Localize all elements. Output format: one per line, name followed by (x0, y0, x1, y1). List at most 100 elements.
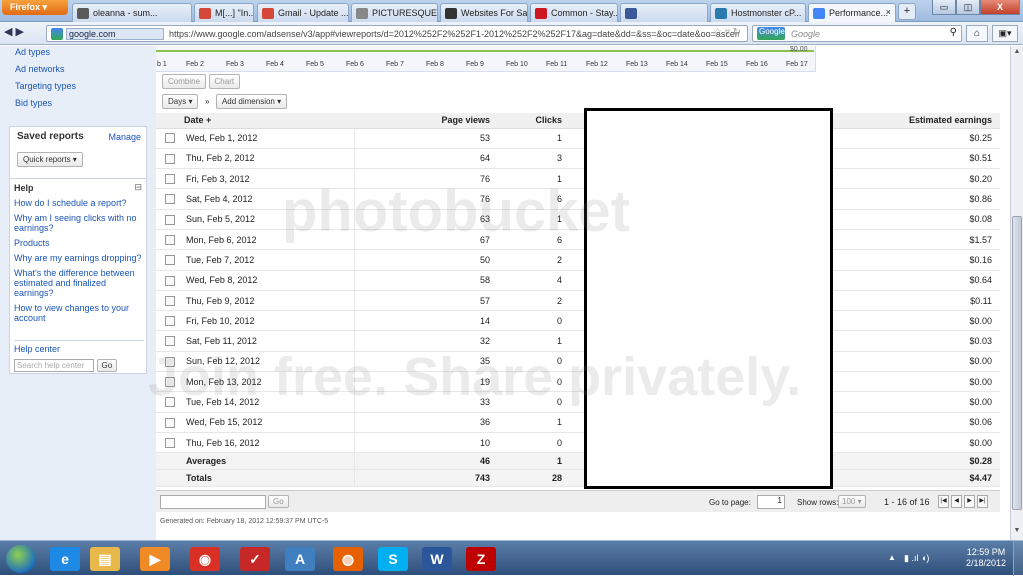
manage-link[interactable]: Manage (108, 132, 141, 142)
app-icon[interactable]: ✓ (240, 547, 270, 571)
firefox-icon[interactable]: ◍ (333, 547, 363, 571)
search-input[interactable]: Google (791, 29, 820, 39)
firefox-menu-button[interactable]: Firefox ▾ (2, 0, 68, 15)
row-checkbox[interactable] (165, 275, 175, 286)
clock[interactable]: 12:59 PM 2/18/2012 (966, 547, 1006, 569)
row-checkbox[interactable] (165, 214, 175, 225)
new-tab-button[interactable]: + (898, 3, 916, 20)
previous-page-icon[interactable]: ◀ (951, 495, 962, 508)
browser-tab[interactable]: Common - Stay... (530, 3, 618, 22)
row-checkbox[interactable] (165, 153, 175, 164)
help-link[interactable]: What's the difference between estimated … (14, 268, 142, 298)
row-checkbox[interactable] (165, 295, 175, 306)
search-icon[interactable]: ⚲ (950, 27, 957, 38)
site-identity-domain[interactable]: google.com (66, 28, 164, 40)
help-link[interactable]: How to view changes to your account (14, 303, 142, 323)
browser-tab[interactable] (620, 3, 708, 22)
sidebar-link-ad-types[interactable]: Ad types (15, 48, 76, 65)
scroll-up-arrow-icon[interactable]: ▲ (1012, 48, 1022, 59)
minimize-button[interactable]: ▭ (932, 0, 956, 15)
redaction-box (584, 108, 833, 489)
next-page-icon[interactable]: ▶ (964, 495, 975, 508)
combine-button[interactable]: Combine (162, 74, 207, 89)
search-engine-icon[interactable]: Google (757, 27, 785, 40)
help-link[interactable]: Why am I seeing clicks with no earnings? (14, 213, 142, 233)
word-icon[interactable]: W (422, 547, 452, 571)
row-checkbox[interactable] (165, 336, 175, 347)
browser-tab[interactable]: oleanna - sum... (72, 3, 192, 22)
close-tab-icon[interactable]: × (886, 7, 891, 17)
chart-button[interactable]: Chart (208, 74, 241, 89)
go-to-page-input[interactable]: 1 (757, 495, 785, 509)
browser-tab[interactable]: Websites For Sal... (440, 3, 528, 22)
chrome-icon[interactable]: ◉ (190, 547, 220, 571)
bookmark-star-icon[interactable]: ☆ ▿ ↻ (713, 27, 741, 38)
help-link[interactable]: Products (14, 238, 142, 248)
scroll-down-arrow-icon[interactable]: ▼ (1012, 527, 1022, 538)
maximize-button[interactable]: ◫ (956, 0, 980, 15)
row-checkbox[interactable] (165, 133, 175, 144)
sidebar-link-ad-networks[interactable]: Ad networks (15, 65, 76, 82)
url-text[interactable]: https://www.google.com/adsense/v3/app#vi… (169, 29, 739, 39)
home-icon[interactable]: ⌂ (966, 25, 988, 42)
row-clicks: 4 (498, 270, 570, 291)
media-player-icon[interactable]: ▶ (140, 547, 170, 571)
row-date: Tue, Feb 7, 2012 (184, 249, 355, 271)
tray-icons[interactable]: ▮ .ıl ◖) (904, 553, 929, 564)
vertical-scrollbar[interactable]: ▲ ▼ (1010, 46, 1023, 540)
browser-tab[interactable]: M[...] "In... (194, 3, 254, 22)
search-bar[interactable]: Google Google ⚲ (752, 25, 962, 42)
row-page-views: 67 (354, 229, 498, 251)
chart-x-tick-label: Feb 15 (706, 61, 728, 68)
filter-go-button[interactable]: Go (268, 495, 289, 508)
help-link[interactable]: Why are my earnings dropping? (14, 253, 142, 263)
browser-tab[interactable]: Performance... × (808, 3, 896, 22)
row-date: Wed, Feb 15, 2012 (184, 412, 355, 433)
back-forward-buttons[interactable]: ◀ ▶ (4, 25, 42, 42)
skype-icon[interactable]: S (378, 547, 408, 571)
addons-icon[interactable]: ▣▾ (992, 25, 1018, 42)
close-button[interactable]: X (980, 0, 1020, 15)
row-checkbox[interactable] (165, 437, 175, 448)
row-checkbox[interactable] (165, 397, 175, 408)
days-dropdown[interactable]: Days ▾ (162, 94, 199, 109)
forward-arrow-icon[interactable]: ▶ (12, 26, 24, 38)
column-header-page-views[interactable]: Page views (354, 113, 498, 129)
paint-icon[interactable]: A (285, 547, 315, 571)
show-hidden-icons-icon[interactable]: ▲ (888, 553, 896, 562)
browser-tab[interactable]: Gmail - Update ... (257, 3, 349, 22)
start-button[interactable] (6, 545, 36, 573)
row-checkbox[interactable] (165, 194, 175, 205)
add-dimension-dropdown[interactable]: Add dimension ▾ (215, 94, 288, 109)
row-checkbox[interactable] (165, 377, 175, 388)
sidebar-link-targeting-types[interactable]: Targeting types (15, 82, 76, 99)
ie-icon[interactable]: e (50, 547, 80, 571)
column-header-date[interactable]: Date + (184, 113, 354, 129)
last-page-icon[interactable]: ▶| (977, 495, 988, 508)
show-desktop-button[interactable] (1013, 541, 1023, 576)
row-checkbox[interactable] (165, 255, 175, 266)
row-checkbox[interactable] (165, 316, 175, 327)
show-rows-dropdown[interactable]: 100 ▾ (838, 495, 866, 508)
collapse-icon[interactable]: ⊟ (134, 182, 142, 193)
sidebar-link-bid-types[interactable]: Bid types (15, 99, 76, 116)
browser-tab[interactable]: Hostmonster cP... (710, 3, 806, 22)
row-checkbox[interactable] (165, 174, 175, 185)
scrollbar-thumb[interactable] (1012, 216, 1022, 510)
column-header-clicks[interactable]: Clicks (498, 113, 570, 129)
explorer-icon[interactable]: ▤ (90, 547, 120, 571)
row-checkbox[interactable] (165, 234, 175, 245)
row-checkbox[interactable] (165, 417, 175, 428)
help-search-input[interactable]: Search help center (14, 359, 94, 372)
quick-reports-dropdown[interactable]: Quick reports ▾ (17, 152, 83, 167)
help-search-go-button[interactable]: Go (96, 359, 118, 372)
help-center-link[interactable]: Help center (14, 344, 144, 354)
filezilla-icon[interactable]: Z (466, 547, 496, 571)
help-link[interactable]: How do I schedule a report? (14, 198, 142, 208)
filter-input[interactable] (160, 495, 266, 509)
row-page-views: 63 (354, 209, 498, 230)
row-checkbox[interactable] (165, 356, 175, 367)
address-bar[interactable]: google.com https://www.google.com/adsens… (46, 25, 748, 42)
first-page-icon[interactable]: |◀ (938, 495, 949, 508)
browser-tab[interactable]: PICTURESQUE_... (351, 3, 438, 22)
